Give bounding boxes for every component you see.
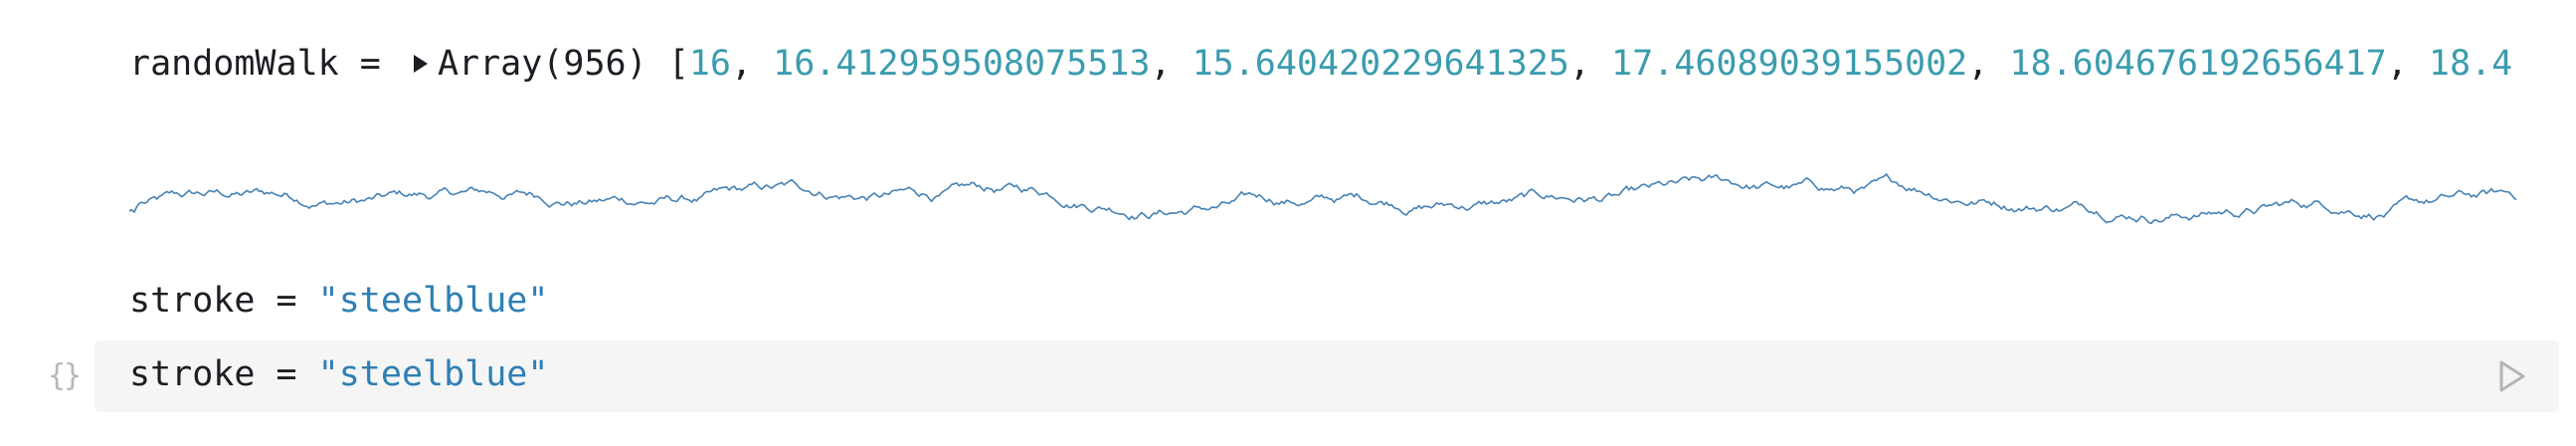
open-bracket: [: [646, 44, 689, 84]
code-line[interactable]: stroke = "steelblue": [129, 350, 548, 398]
random-walk-output: randomWalk = Array(956) [16, 16.41295950…: [129, 40, 2516, 88]
equals-sign: =: [255, 281, 318, 321]
array-value: 18.4: [2428, 44, 2513, 84]
separator: ,: [2386, 44, 2429, 84]
variable-name: randomWalk: [129, 44, 339, 84]
separator: ,: [1967, 44, 2010, 84]
array-value: 16: [688, 44, 731, 84]
code-editor-cell: {} stroke = "steelblue": [0, 340, 2576, 412]
array-type-label[interactable]: Array(956): [438, 44, 647, 84]
stroke-output-cell: stroke = "steelblue": [0, 277, 2576, 327]
variable-name: stroke: [129, 354, 256, 394]
expand-caret-icon[interactable]: [413, 54, 428, 73]
array-value: 15.640420229641325: [1192, 44, 1569, 84]
separator: ,: [730, 44, 774, 84]
string-value: "steelblue": [317, 281, 549, 321]
code-editor[interactable]: stroke = "steelblue": [94, 340, 2559, 412]
array-value: 17.46089039155002: [1611, 44, 1968, 84]
play-icon[interactable]: [2493, 358, 2529, 394]
random-walk-line: [128, 172, 2517, 225]
equals-sign: =: [255, 354, 318, 394]
separator: ,: [1150, 44, 1193, 84]
random-walk-cell: randomWalk = Array(956) [16, 16.41295950…: [0, 40, 2576, 90]
string-value: "steelblue": [317, 354, 549, 394]
stroke-output: stroke = "steelblue": [129, 277, 548, 325]
equals-sign: =: [338, 44, 402, 84]
separator: ,: [1568, 44, 1612, 84]
array-value: 18.604676192656417: [2009, 44, 2387, 84]
sparkline-chart: [128, 172, 2517, 225]
variable-name: stroke: [129, 281, 256, 321]
sparkline-cell: [0, 149, 2576, 249]
braces-icon[interactable]: {}: [48, 358, 82, 393]
array-value: 16.412959508075513: [773, 44, 1151, 84]
